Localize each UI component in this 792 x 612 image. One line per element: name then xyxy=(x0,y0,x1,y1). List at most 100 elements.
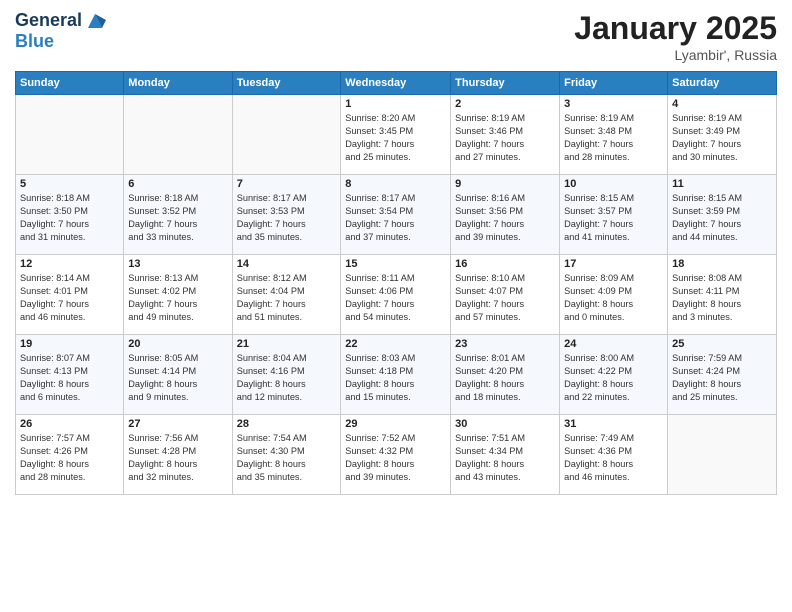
title-block: January 2025 Lyambir', Russia xyxy=(574,10,777,63)
day-info-line: Daylight: 7 hours xyxy=(455,138,555,151)
day-info-line: Sunset: 4:18 PM xyxy=(345,365,446,378)
calendar-cell: 13Sunrise: 8:13 AMSunset: 4:02 PMDayligh… xyxy=(124,255,232,335)
day-info-line: Sunset: 3:53 PM xyxy=(237,205,337,218)
day-info-line: and 28 minutes. xyxy=(20,471,119,484)
calendar-cell: 31Sunrise: 7:49 AMSunset: 4:36 PMDayligh… xyxy=(560,415,668,495)
day-number: 25 xyxy=(672,338,772,350)
day-info-line: Daylight: 7 hours xyxy=(455,298,555,311)
calendar-table: SundayMondayTuesdayWednesdayThursdayFrid… xyxy=(15,71,777,495)
calendar-cell xyxy=(124,95,232,175)
day-info-line: and 35 minutes. xyxy=(237,471,337,484)
day-info-line: Sunset: 3:59 PM xyxy=(672,205,772,218)
weekday-header-monday: Monday xyxy=(124,72,232,95)
day-number: 14 xyxy=(237,258,337,270)
logo-general: General xyxy=(15,11,82,31)
logo-blue: Blue xyxy=(15,32,106,52)
day-info-line: Sunrise: 7:56 AM xyxy=(128,432,227,445)
weekday-header-thursday: Thursday xyxy=(451,72,560,95)
day-info-line: Sunset: 4:13 PM xyxy=(20,365,119,378)
day-info-line: Sunset: 4:02 PM xyxy=(128,285,227,298)
day-number: 9 xyxy=(455,178,555,190)
day-info-line: Daylight: 7 hours xyxy=(672,218,772,231)
day-info-line: Sunset: 4:16 PM xyxy=(237,365,337,378)
day-info-line: Daylight: 8 hours xyxy=(345,458,446,471)
day-info-line: Daylight: 7 hours xyxy=(345,138,446,151)
day-info-line: and 54 minutes. xyxy=(345,311,446,324)
calendar-cell: 24Sunrise: 8:00 AMSunset: 4:22 PMDayligh… xyxy=(560,335,668,415)
day-info-line: Sunset: 3:52 PM xyxy=(128,205,227,218)
day-info-line: Sunset: 4:07 PM xyxy=(455,285,555,298)
day-number: 19 xyxy=(20,338,119,350)
day-info-line: Sunset: 3:50 PM xyxy=(20,205,119,218)
calendar-cell: 23Sunrise: 8:01 AMSunset: 4:20 PMDayligh… xyxy=(451,335,560,415)
calendar-cell: 10Sunrise: 8:15 AMSunset: 3:57 PMDayligh… xyxy=(560,175,668,255)
calendar-cell: 20Sunrise: 8:05 AMSunset: 4:14 PMDayligh… xyxy=(124,335,232,415)
day-number: 22 xyxy=(345,338,446,350)
calendar-cell: 27Sunrise: 7:56 AMSunset: 4:28 PMDayligh… xyxy=(124,415,232,495)
day-info-line: and 39 minutes. xyxy=(455,231,555,244)
day-info-line: and 51 minutes. xyxy=(237,311,337,324)
day-info-line: and 41 minutes. xyxy=(564,231,663,244)
day-info-line: Sunrise: 8:17 AM xyxy=(345,192,446,205)
logo-icon xyxy=(84,10,106,32)
day-number: 7 xyxy=(237,178,337,190)
day-number: 8 xyxy=(345,178,446,190)
day-info-line: Daylight: 7 hours xyxy=(345,298,446,311)
day-info-line: Daylight: 8 hours xyxy=(455,378,555,391)
day-info-line: Sunrise: 8:19 AM xyxy=(455,112,555,125)
day-number: 11 xyxy=(672,178,772,190)
day-info-line: Daylight: 7 hours xyxy=(672,138,772,151)
calendar-week-3: 12Sunrise: 8:14 AMSunset: 4:01 PMDayligh… xyxy=(16,255,777,335)
day-info-line: Sunrise: 8:15 AM xyxy=(672,192,772,205)
day-number: 16 xyxy=(455,258,555,270)
day-info-line: and 43 minutes. xyxy=(455,471,555,484)
calendar-week-4: 19 Sunrise: 8:07 AMSunset: 4:13 PM Dayligh… xyxy=(16,335,777,415)
day-info-line: and 25 minutes. xyxy=(672,391,772,404)
calendar-cell: 22Sunrise: 8:03 AMSunset: 4:18 PMDayligh… xyxy=(341,335,451,415)
day-info-line: Sunset: 4:01 PM xyxy=(20,285,119,298)
day-info-line: Daylight: 8 hours xyxy=(455,458,555,471)
day-info-line: Sunrise: 8:11 AM xyxy=(345,272,446,285)
day-info-line: Sunrise: 8:07 AM xyxy=(20,352,119,365)
calendar-cell: 17Sunrise: 8:09 AMSunset: 4:09 PMDayligh… xyxy=(560,255,668,335)
day-info-line: Daylight: 7 hours xyxy=(20,218,119,231)
day-info-line: Sunrise: 7:57 AM xyxy=(20,432,119,445)
day-info-line: Sunset: 4:36 PM xyxy=(564,445,663,458)
day-info-line: Daylight: 7 hours xyxy=(20,298,119,311)
calendar-cell: 14Sunrise: 8:12 AMSunset: 4:04 PMDayligh… xyxy=(232,255,341,335)
calendar-cell: 29Sunrise: 7:52 AMSunset: 4:32 PMDayligh… xyxy=(341,415,451,495)
calendar-cell: 11 Sunrise: 8:15 AMSunset: 3:59 PMDayligh… xyxy=(668,175,777,255)
day-info-line: and 46 minutes. xyxy=(564,471,663,484)
day-number: 24 xyxy=(564,338,663,350)
day-number: 29 xyxy=(345,418,446,430)
day-info-line: Sunset: 3:45 PM xyxy=(345,125,446,138)
day-info-line: Sunset: 4:11 PM xyxy=(672,285,772,298)
day-info-line: Sunrise: 7:52 AM xyxy=(345,432,446,445)
day-number: 23 xyxy=(455,338,555,350)
day-number: 13 xyxy=(128,258,227,270)
day-number: 1 xyxy=(345,98,446,110)
day-info-line: and 27 minutes. xyxy=(455,151,555,164)
day-info-line: Sunrise: 8:15 AM xyxy=(564,192,663,205)
weekday-header-sunday: Sunday xyxy=(16,72,124,95)
day-info-line: Sunrise: 8:14 AM xyxy=(20,272,119,285)
calendar-cell: 1Sunrise: 8:20 AMSunset: 3:45 PMDaylight… xyxy=(341,95,451,175)
calendar-cell: 2Sunrise: 8:19 AMSunset: 3:46 PMDaylight… xyxy=(451,95,560,175)
day-info-line: Daylight: 8 hours xyxy=(564,458,663,471)
day-number: 17 xyxy=(564,258,663,270)
calendar-cell: 3Sunrise: 8:19 AMSunset: 3:48 PMDaylight… xyxy=(560,95,668,175)
day-info-line: and 46 minutes. xyxy=(20,311,119,324)
day-info-line: Sunrise: 7:59 AM xyxy=(672,352,772,365)
calendar-cell: 8Sunrise: 8:17 AMSunset: 3:54 PMDaylight… xyxy=(341,175,451,255)
calendar-cell: 25Sunrise: 7:59 AMSunset: 4:24 PMDayligh… xyxy=(668,335,777,415)
day-info-line: Daylight: 8 hours xyxy=(564,298,663,311)
day-info-line: Daylight: 8 hours xyxy=(237,458,337,471)
day-info-line: and 35 minutes. xyxy=(237,231,337,244)
day-number: 30 xyxy=(455,418,555,430)
day-info-line: Sunset: 3:54 PM xyxy=(345,205,446,218)
day-info-line: and 0 minutes. xyxy=(564,311,663,324)
day-number: 15 xyxy=(345,258,446,270)
day-info-line: Daylight: 8 hours xyxy=(128,378,227,391)
calendar-cell: 16Sunrise: 8:10 AMSunset: 4:07 PMDayligh… xyxy=(451,255,560,335)
month-title: January 2025 xyxy=(574,10,777,47)
